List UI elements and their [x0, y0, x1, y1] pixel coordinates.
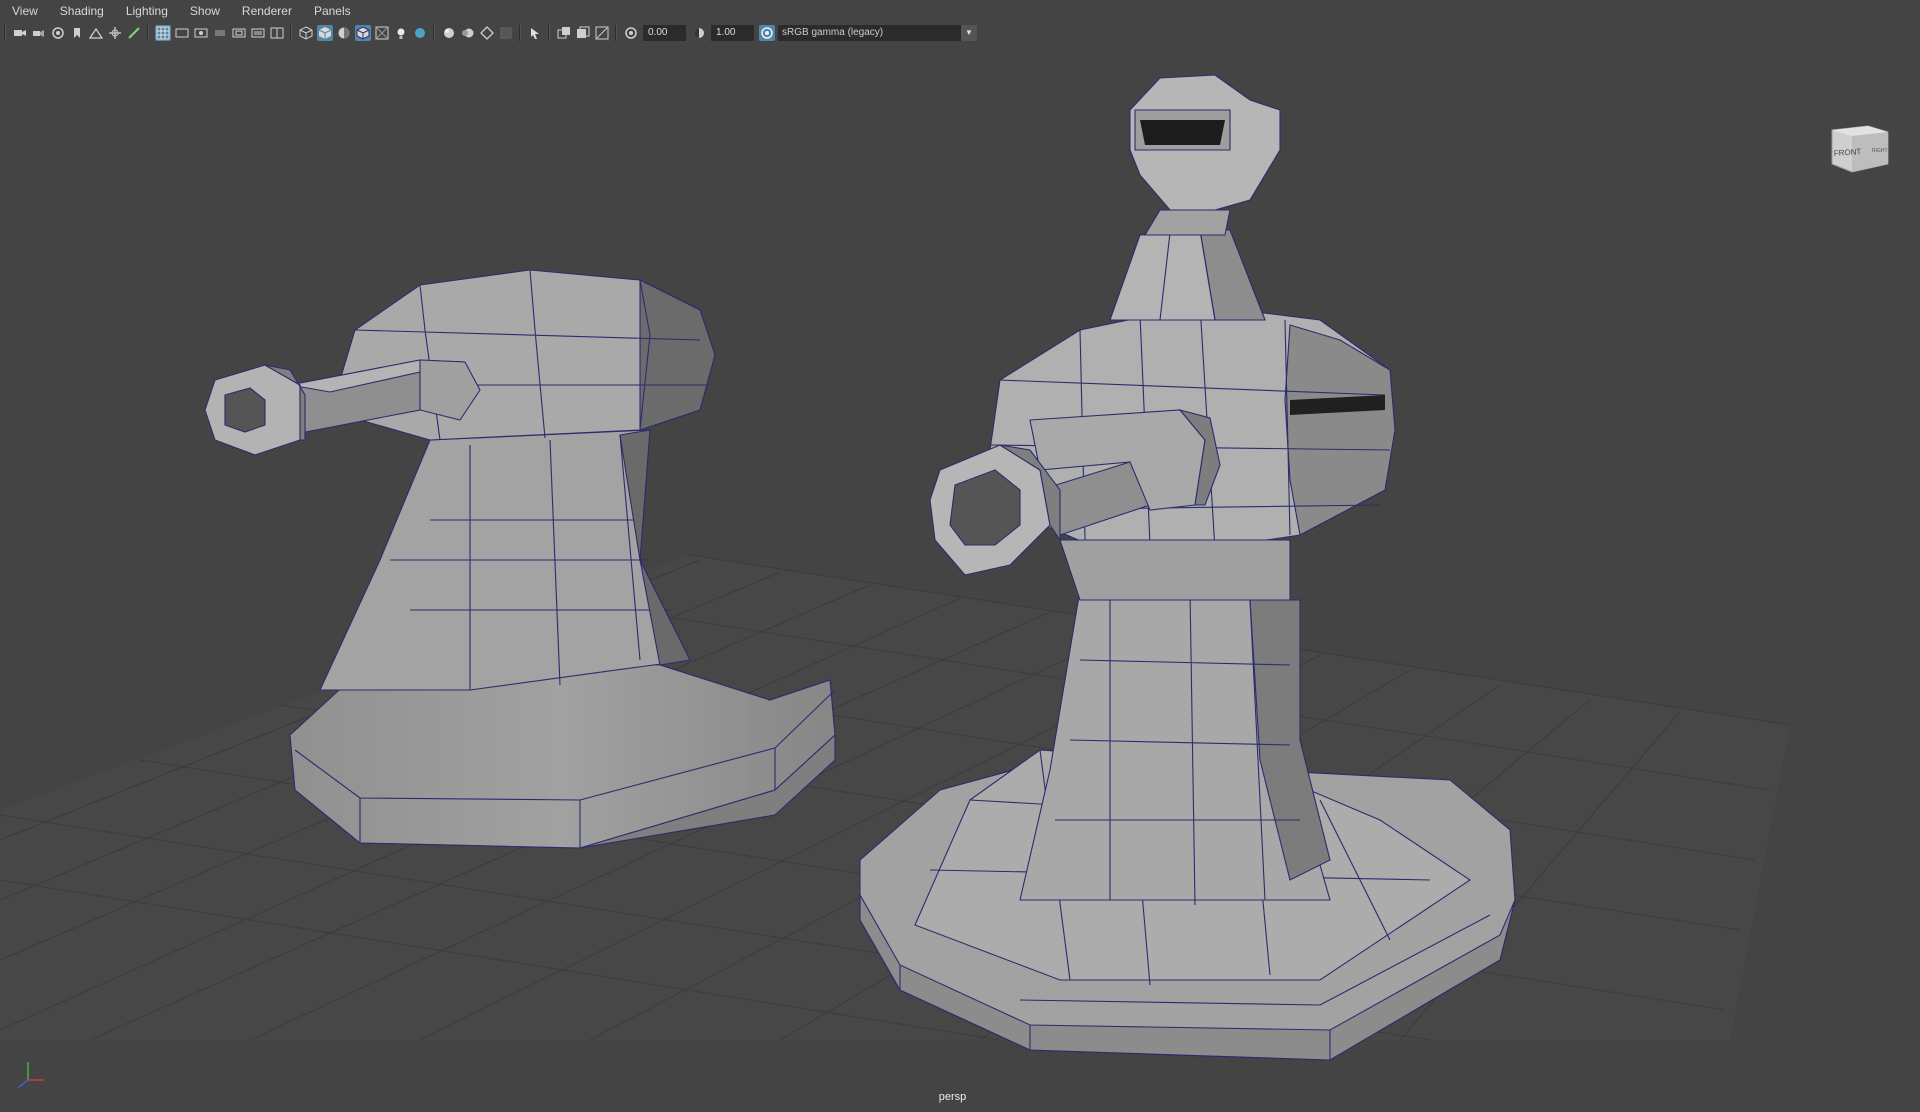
field-chart-icon[interactable] [231, 25, 247, 41]
anti-aliasing-icon[interactable] [479, 25, 495, 41]
grid-toggle-icon[interactable] [154, 25, 171, 41]
panel-menubar: View Shading Lighting Show Renderer Pane… [0, 0, 1920, 23]
camera-attributes-icon[interactable] [31, 25, 47, 41]
exposure-field[interactable]: 0.00 [643, 25, 686, 41]
screen-space-ao-icon[interactable] [441, 25, 457, 41]
toolbar-divider [548, 25, 550, 41]
2d-pan-zoom-icon[interactable] [107, 25, 123, 41]
menu-lighting[interactable]: Lighting [114, 0, 178, 22]
image-plane-icon[interactable] [88, 25, 104, 41]
right-bollard-mesh [859, 74, 1516, 1061]
safe-action-icon[interactable] [250, 25, 266, 41]
isolate-select-icon[interactable] [527, 25, 543, 41]
use-all-lights-icon[interactable] [393, 25, 409, 41]
viewport-3d[interactable]: FRONT RIGHT persp [0, 44, 1920, 1112]
menu-view[interactable]: View [0, 0, 48, 22]
xray-active-icon[interactable] [575, 25, 591, 41]
left-bollard-mesh [204, 269, 836, 849]
toolbar-divider [147, 25, 149, 41]
grease-pencil-icon[interactable] [126, 25, 142, 41]
toolbar-divider [4, 25, 6, 41]
backface-culling-icon[interactable] [594, 25, 610, 41]
gamma-icon[interactable] [691, 25, 707, 41]
chevron-down-icon: ▼ [961, 25, 977, 41]
gamma-field[interactable]: 1.00 [711, 25, 754, 41]
toolbar-divider [519, 25, 521, 41]
depth-of-field-icon[interactable] [498, 25, 514, 41]
view-cube-right-label: RIGHT [1872, 148, 1888, 154]
gate-mask-icon[interactable] [212, 25, 228, 41]
color-space-dropdown[interactable]: sRGB gamma (legacy) ▼ [778, 25, 977, 41]
menu-shading[interactable]: Shading [48, 0, 114, 22]
axis-gizmo [17, 1062, 44, 1089]
xray-joints-icon[interactable] [556, 25, 572, 41]
camera-name-label: persp [938, 1091, 967, 1103]
wireframe-icon[interactable] [298, 25, 314, 41]
shadows-icon[interactable] [412, 25, 428, 41]
bookmark-flag-icon[interactable] [69, 25, 85, 41]
film-gate-icon[interactable] [174, 25, 190, 41]
toolbar-divider [290, 25, 292, 41]
safe-title-icon[interactable] [269, 25, 285, 41]
toolbar-divider [433, 25, 435, 41]
exposure-icon[interactable] [623, 25, 639, 41]
smooth-shade-icon[interactable] [316, 25, 333, 41]
view-cube[interactable]: FRONT RIGHT [1828, 114, 1892, 178]
scene-render [0, 74, 1791, 1061]
bookmarks-icon[interactable] [50, 25, 66, 41]
color-management-icon[interactable] [758, 25, 775, 41]
motion-blur-icon[interactable] [460, 25, 476, 41]
default-material-icon[interactable] [336, 25, 352, 41]
menu-renderer[interactable]: Renderer [230, 0, 302, 22]
view-cube-front-label: FRONT [1834, 147, 1862, 158]
wireframe-on-shaded-icon[interactable] [354, 25, 371, 41]
xray-icon[interactable] [374, 25, 390, 41]
menu-show[interactable]: Show [178, 0, 230, 22]
select-camera-icon[interactable] [12, 25, 28, 41]
resolution-gate-icon[interactable] [193, 25, 209, 41]
toolbar-divider [615, 25, 617, 41]
menu-panels[interactable]: Panels [302, 0, 361, 22]
color-space-value: sRGB gamma (legacy) [782, 27, 884, 38]
panel-toolbar: 0.00 1.00 sRGB gamma (legacy) ▼ [0, 22, 1920, 45]
